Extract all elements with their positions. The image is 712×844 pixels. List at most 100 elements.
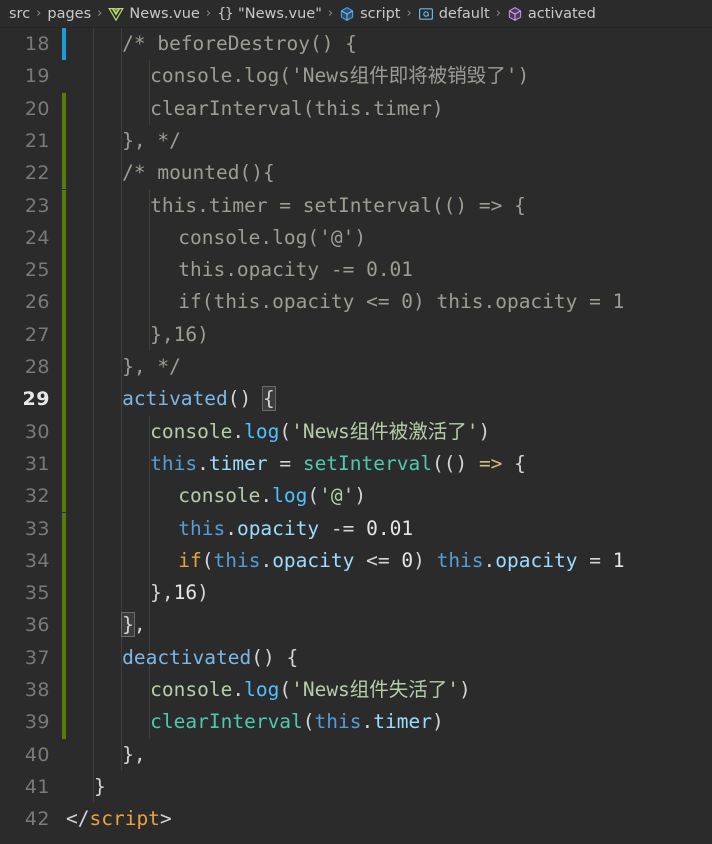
vue-file-icon [108,6,125,22]
breadcrumb-item-pages[interactable]: pages [46,6,92,22]
breadcrumb-separator: › [327,6,334,21]
code-token-punc: ( [279,678,292,701]
code-token-comment: clearInterval(this.timer) [150,96,444,120]
code-line-content: console.log('News组件即将被销毁了') [150,60,529,92]
code-token-this: this [436,548,484,572]
code-token-punc: ) [197,581,209,605]
line-number: 32 [24,485,50,508]
breadcrumb-item-news-vue[interactable]: {} "News.vue" [216,6,323,22]
code-token-punc: . [260,484,273,508]
code-line-content: },16) [150,319,209,351]
breadcrumb-item-activated[interactable]: activated [506,6,597,22]
line-number: 24 [24,226,50,249]
code-token-prop: timer [373,710,432,734]
code-line-content: activated() { [122,383,276,415]
code-token-num: 0 [401,548,414,572]
code-token-punc: ) [431,710,444,734]
line-number: 28 [24,356,50,378]
code-token-punc: ) [354,484,367,508]
code-token-prop: opacity [236,516,320,540]
code-token-prop: opacity [272,548,355,572]
breadcrumb-separator: › [495,6,501,21]
git-added-marker [62,447,66,481]
code-line-content: /* mounted(){ [122,157,275,189]
line-number: 18 [24,33,50,55]
code-token-punc: ( [279,419,292,443]
breadcrumb-item-script[interactable]: script [338,6,401,22]
code-line-content: this.opacity -= 0.01 [178,513,413,545]
code-token-tag: script [89,807,160,831]
code-token-obj: console [178,484,261,508]
code-line-content: }, [121,609,146,641]
git-added-marker [62,512,66,545]
line-number: 27 [24,323,50,346]
code-token-comment: }, */ [122,128,181,152]
code-token-punc: , [133,613,146,637]
git-added-marker [62,641,66,674]
code-token-punc: ) [459,678,471,701]
breadcrumb-item-label: pages [47,5,92,22]
git-added-marker [62,318,66,351]
code-token-punc: . [232,419,245,443]
code-token-punc: -= [319,516,367,540]
git-added-marker [62,189,66,222]
breadcrumb-separator: › [406,6,412,21]
breadcrumb: src › pages › News.vue › {} "News.vue" › script › d… [0,0,712,28]
breadcrumb-separator: › [36,6,42,21]
line-number: 40 [24,743,50,766]
code-token-fname: activated [122,387,228,411]
code-token-num: 16 [173,581,198,605]
breadcrumb-item-src[interactable]: src [8,6,31,22]
code-token-comment: },16) [150,322,209,346]
line-number: 26 [24,291,50,314]
code-token-tagb: > [159,807,172,831]
line-number: 23 [24,194,50,217]
breadcrumb-item-news-vue[interactable]: News.vue [107,6,200,22]
code-token-str: 'News组件被激活了' [291,419,479,443]
code-line-content: this.timer = setInterval(() => { [150,190,526,222]
code-token-fname: deactivated [122,645,252,669]
code-line-content: }, */ [122,351,181,383]
code-line-content: }, */ [122,125,181,157]
code-token-comment: }, */ [122,355,181,378]
code-token-comment: console.log('News组件即将被销毁了') [150,64,530,88]
git-added-marker [62,415,66,448]
code-editor[interactable]: 18/* beforeDestroy() {19 console.log('New… [0,28,712,844]
breadcrumb-item-label: "News.vue" [238,5,322,22]
code-token-punc: () [227,387,264,411]
code-token-bracket: { [262,386,276,412]
code-line-content: console.log('@') [178,480,366,512]
code-token-punc: } [94,774,106,798]
code-line-content: if(this.opacity <= 0) this.opacity = 1 [178,545,624,577]
code-token-punc: . [361,710,374,734]
code-line-content: } [94,771,106,803]
breadcrumb-item-default[interactable]: default [417,6,491,22]
git-added-marker [62,286,66,319]
code-line-content: }, [122,739,145,771]
code-token-punc: { [502,451,526,475]
code-token-comment: if(this.opacity <= 0) this.opacity = 1 [178,290,625,314]
code-token-str: '@' [319,484,355,508]
code-token-if: if [178,548,202,572]
code-token-comment: console.log('@') [178,225,367,249]
code-token-punc: = [267,451,303,475]
code-token-comment: /* mounted(){ [122,161,275,185]
line-number: 35 [24,582,50,605]
code-line-content: console.log('News组件失活了') [150,674,471,706]
code-token-punc: = [577,548,613,572]
code-token-num: 0.01 [366,516,414,540]
breadcrumb-item-label: src [9,5,31,22]
code-token-this: this [213,548,261,572]
line-number: 37 [24,646,50,669]
code-token-str: 'News组件失活了' [291,678,460,701]
code-token-punc: . [232,678,245,701]
cursor-gutter-marker [62,28,66,61]
line-number: 42 [24,808,50,831]
git-added-marker [62,254,66,287]
code-token-punc: }, [150,581,174,605]
code-line-content: this.opacity -= 0.01 [178,254,413,286]
code-token-punc: ( [201,548,214,572]
code-token-tagb: </ [66,807,90,831]
code-line-content: clearInterval(this.timer) [150,706,444,738]
breadcrumb-item-label: script [360,5,401,22]
